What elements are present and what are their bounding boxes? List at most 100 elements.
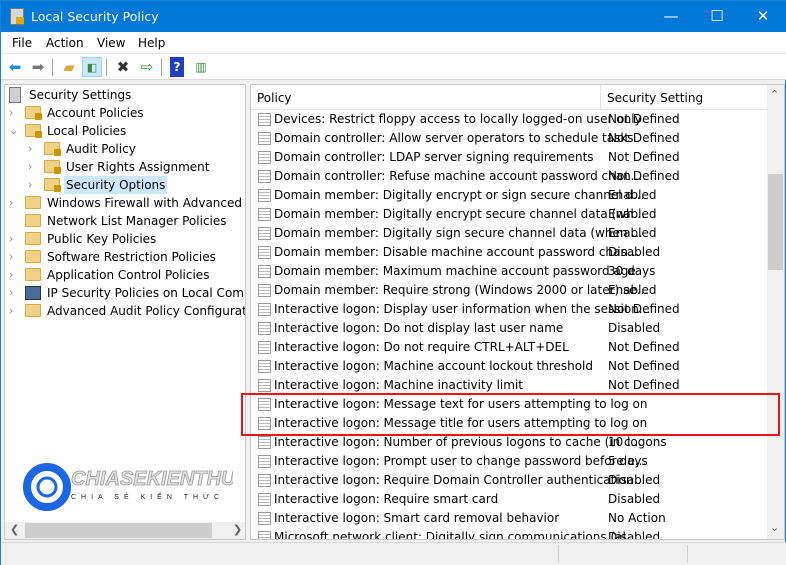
policy-name: Interactive logon: Require smart card (274, 492, 499, 506)
table-row[interactable]: Domain member: Disable machine account p… (251, 243, 769, 262)
policy-name: Domain member: Maximum machine account p… (274, 264, 636, 278)
table-row[interactable]: Interactive logon: Prompt user to change… (251, 452, 769, 471)
column-header-policy[interactable]: Policy (257, 91, 292, 105)
policy-setting: Enabled (608, 188, 657, 202)
expander-icon[interactable]: › (9, 248, 21, 266)
expander-icon[interactable]: › (9, 266, 21, 284)
tree-horizontal-scrollbar[interactable]: ❮ ❯ (5, 522, 245, 539)
policy-icon (258, 474, 271, 487)
table-row[interactable]: Domain controller: Refuse machine accoun… (251, 167, 769, 186)
policy-setting: Disabled (608, 530, 661, 540)
policy-icon (258, 360, 271, 373)
table-row[interactable]: Domain controller: LDAP server signing r… (251, 148, 769, 167)
column-header-security-setting[interactable]: Security Setting (607, 91, 703, 105)
column-divider[interactable] (600, 85, 601, 110)
tree-item-label: Audit Policy (66, 142, 136, 156)
menu-bar: File Action View Help (1, 32, 786, 54)
show-hide-tree-icon[interactable]: ◧ (82, 57, 102, 77)
tree-item-label: Security Options (64, 176, 168, 194)
tree-item-label: Public Key Policies (47, 232, 157, 246)
close-button[interactable]: ✕ (740, 1, 786, 32)
maximize-button[interactable]: ☐ (694, 1, 740, 32)
policy-icon (258, 151, 271, 164)
policy-setting: 5 days (608, 454, 648, 468)
expander-icon[interactable]: › (9, 104, 21, 122)
expander-icon[interactable]: › (28, 176, 40, 194)
tree-item-label: Software Restriction Policies (47, 250, 216, 264)
table-row[interactable]: Interactive logon: Do not require CTRL+A… (251, 338, 769, 357)
policy-icon (258, 436, 271, 449)
policy-icon (258, 512, 271, 525)
policy-icon (258, 170, 271, 183)
policy-icon (258, 113, 271, 126)
table-row[interactable]: Interactive logon: Require Domain Contro… (251, 471, 769, 490)
table-row[interactable]: Domain member: Require strong (Windows 2… (251, 281, 769, 300)
table-row[interactable]: Domain member: Digitally sign secure cha… (251, 224, 769, 243)
table-row[interactable]: Interactive logon: Require smart card Dis… (251, 490, 769, 509)
back-icon[interactable]: ⬅ (5, 57, 25, 77)
scrollbar-thumb[interactable] (768, 174, 783, 270)
folder-icon (25, 232, 41, 245)
policy-icon (258, 208, 271, 221)
expander-icon[interactable]: ⌄ (9, 122, 21, 140)
watermark-logo: CHIASEKIENTHUC CHIA SẺ KIẾN THỨC (23, 457, 245, 517)
policy-icon (258, 132, 271, 145)
policy-icon (258, 189, 271, 202)
folder-icon (25, 304, 41, 317)
expander-icon[interactable]: › (28, 140, 40, 158)
action-pane-icon[interactable]: ▥ (191, 57, 211, 77)
table-row[interactable]: Interactive logon: Display user informat… (251, 300, 769, 319)
security-policy-app-icon (10, 8, 24, 25)
expander-icon[interactable]: › (9, 230, 21, 248)
scroll-left-icon[interactable]: ❮ (10, 523, 19, 536)
expander-icon[interactable]: › (9, 284, 21, 302)
scroll-down-icon[interactable]: ⌄ (770, 521, 779, 534)
policy-name: Domain member: Require strong (Windows 2… (274, 283, 649, 297)
export-list-icon[interactable]: ⇨ (137, 57, 157, 77)
toolbar: ⬅ ➡ ▰ ◧ ✖ ⇨ ? ▥ (1, 54, 786, 80)
folder-icon (25, 268, 41, 281)
toolbar-separator (52, 59, 53, 76)
table-row[interactable]: Domain member: Digitally encrypt secure … (251, 205, 769, 224)
table-row[interactable]: Interactive logon: Machine account locko… (251, 357, 769, 376)
table-row[interactable]: Domain controller: Allow server operator… (251, 129, 769, 148)
tree-item-label: Windows Firewall with Advanced Security (47, 196, 245, 210)
menu-action[interactable]: Action (46, 36, 84, 50)
status-divider (687, 545, 688, 563)
forward-icon[interactable]: ➡ (28, 57, 48, 77)
table-row[interactable]: Interactive logon: Smart card removal be… (251, 509, 769, 528)
up-folder-icon[interactable]: ▰ (59, 57, 79, 77)
help-icon[interactable]: ? (170, 57, 184, 77)
expander-icon[interactable]: › (9, 302, 21, 320)
scroll-right-icon[interactable]: ❯ (233, 523, 242, 536)
policy-setting: Not Defined (608, 302, 680, 316)
policy-icon (258, 379, 271, 392)
scrollbar-thumb[interactable] (25, 523, 212, 538)
list-vertical-scrollbar[interactable]: ⌃ ⌄ (767, 85, 784, 539)
policy-name: Domain controller: Refuse machine accoun… (274, 169, 643, 183)
folder-icon (25, 196, 41, 209)
minimize-button[interactable]: — (648, 1, 694, 32)
table-row[interactable]: Devices: Restrict floppy access to local… (251, 110, 769, 129)
menu-file[interactable]: File (12, 36, 32, 50)
table-row[interactable]: Interactive logon: Do not display last u… (251, 319, 769, 338)
folder-icon (25, 250, 41, 263)
status-divider (558, 545, 559, 563)
tree-item-label: Network List Manager Policies (47, 214, 227, 228)
scroll-up-icon[interactable]: ⌃ (770, 88, 779, 101)
locked-folder-icon (44, 160, 61, 174)
table-row[interactable]: Domain member: Digitally encrypt or sign… (251, 186, 769, 205)
delete-icon[interactable]: ✖ (113, 57, 133, 77)
policy-icon (258, 531, 271, 539)
watermark-tagline: CHIA SẺ KIẾN THỨC (71, 491, 224, 501)
expander-icon[interactable]: › (28, 158, 40, 176)
table-row[interactable]: Domain member: Maximum machine account p… (251, 262, 769, 281)
table-row[interactable]: Microsoft network client: Digitally sign… (251, 528, 769, 540)
policy-name: Domain member: Digitally sign secure cha… (274, 226, 643, 240)
highlight-box (241, 393, 780, 436)
expander-icon[interactable]: › (9, 194, 21, 212)
policy-name: Domain member: Disable machine account p… (274, 245, 640, 259)
menu-help[interactable]: Help (138, 36, 165, 50)
menu-view[interactable]: View (97, 36, 125, 50)
policy-setting: 30 days (608, 264, 656, 278)
